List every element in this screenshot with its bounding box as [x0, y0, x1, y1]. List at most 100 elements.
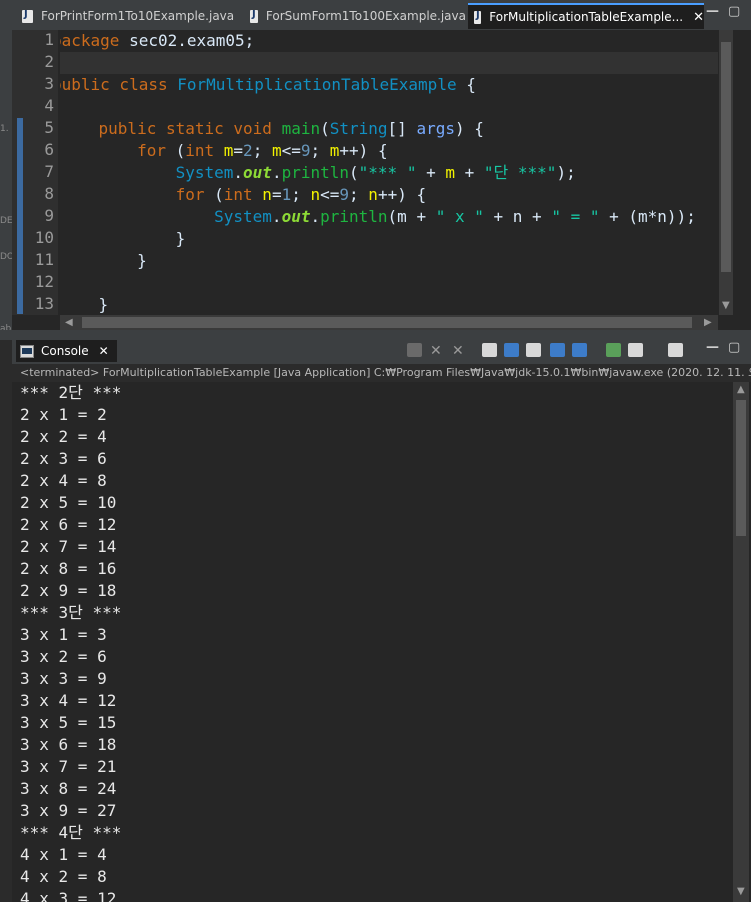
line-number: 12: [34, 272, 54, 291]
tab-forsumform[interactable]: ForSumForm1To100Example.java: [244, 4, 466, 28]
console-output-line: 4 x 3 = 12: [20, 889, 117, 902]
console-output-line: 2 x 6 = 12: [20, 515, 117, 534]
code-line: public class ForMultiplicationTableExamp…: [60, 75, 476, 94]
scroll-thumb[interactable]: [82, 317, 692, 328]
line-number: 7: [44, 162, 54, 181]
console-output-line: 3 x 4 = 12: [20, 691, 117, 710]
line-number: 5: [44, 118, 54, 137]
console-output-line: 4 x 2 = 8: [20, 867, 107, 886]
code-area[interactable]: package sec02.exam05; public class ForMu…: [60, 30, 718, 315]
editor-horizontal-scrollbar[interactable]: ◀ ▶: [60, 315, 718, 330]
line-number: 9: [44, 206, 54, 225]
minimize-icon[interactable]: —: [706, 340, 719, 355]
scroll-left-icon[interactable]: ◀: [65, 317, 73, 328]
tab-forprintform[interactable]: ForPrintForm1To10Example.java: [16, 4, 240, 28]
console-output-line: 2 x 3 = 6: [20, 449, 107, 468]
left-view-strip: 1. DE DO ab: [0, 0, 12, 340]
current-line-highlight: [60, 52, 718, 74]
console-output-line: 4 x 1 = 4: [20, 845, 107, 864]
show-on-error-icon[interactable]: [572, 343, 587, 357]
code-line: System.out.println(m + " x " + n + " = "…: [214, 207, 696, 226]
scroll-right-icon[interactable]: ▶: [704, 317, 712, 328]
remove-launch-icon[interactable]: ✕: [430, 343, 445, 359]
code-line: public static void main(String[] args) {: [98, 119, 484, 138]
console-output-line: 2 x 4 = 8: [20, 471, 107, 490]
display-console-icon[interactable]: [628, 343, 643, 357]
remove-all-icon[interactable]: ✕: [452, 343, 467, 359]
console-output-line: 3 x 8 = 24: [20, 779, 117, 798]
editor-vertical-scrollbar[interactable]: ▼: [719, 30, 733, 315]
java-file-icon: [474, 10, 482, 24]
console-output-line: 2 x 2 = 4: [20, 427, 107, 446]
scroll-thumb[interactable]: [721, 42, 731, 272]
line-number: 2: [44, 52, 54, 71]
console-output-line: 3 x 1 = 3: [20, 625, 107, 644]
console-output-line: 3 x 9 = 27: [20, 801, 117, 820]
minimize-icon[interactable]: —: [706, 4, 719, 19]
code-line: }: [60, 251, 147, 270]
console-output-line: 2 x 5 = 10: [20, 493, 117, 512]
close-icon[interactable]: ✕: [693, 10, 704, 25]
left-strip-glyph: DE: [0, 216, 12, 226]
editor-tab-bar: ForPrintForm1To10Example.java ForSumForm…: [12, 0, 751, 31]
console-icon: [20, 344, 34, 358]
terminate-icon[interactable]: [407, 343, 422, 357]
line-number: 13: [34, 294, 54, 313]
console-output-line: 2 x 8 = 16: [20, 559, 117, 578]
tab-label: ForPrintForm1To10Example.java: [41, 9, 235, 23]
console-output-line: 3 x 2 = 6: [20, 647, 107, 666]
maximize-icon[interactable]: ▢: [728, 4, 740, 19]
maximize-icon[interactable]: ▢: [728, 340, 740, 355]
code-line: package sec02.exam05;: [60, 31, 255, 50]
console-output[interactable]: *** 2단 *** 2 x 1 = 2 2 x 2 = 4 2 x 3 = 6 2 x…: [12, 382, 751, 902]
java-file-icon: [250, 9, 258, 23]
console-output-line: *** 3단 ***: [20, 603, 122, 622]
show-on-output-icon[interactable]: [550, 343, 565, 357]
line-number: 10: [34, 228, 54, 247]
clear-console-icon[interactable]: [482, 343, 497, 357]
code-line: System.out.println("*** " + m + "단 ***")…: [175, 163, 576, 182]
console-output-line: 3 x 7 = 21: [20, 757, 117, 776]
line-number: 8: [44, 184, 54, 203]
close-icon[interactable]: ✕: [99, 344, 109, 358]
console-output-line: 3 x 3 = 9: [20, 669, 107, 688]
console-output-line: 2 x 1 = 2: [20, 405, 107, 424]
console-output-line: *** 2단 ***: [20, 383, 122, 402]
pin-console-icon[interactable]: [606, 343, 621, 357]
tab-console[interactable]: Console ✕: [16, 340, 117, 362]
code-line: }: [60, 295, 109, 314]
console-tab-label: Console: [41, 344, 89, 358]
tab-label: ForSumForm1To100Example.java: [265, 9, 466, 23]
line-number: 3: [44, 74, 54, 93]
line-number: 6: [44, 140, 54, 159]
java-file-icon: [22, 9, 33, 23]
code-line: }: [60, 229, 186, 248]
console-output-line: 2 x 9 = 18: [20, 581, 117, 600]
code-line: for (int m=2; m<=9; m++) {: [137, 141, 388, 160]
console-status-line: <terminated> ForMultiplicationTableExamp…: [12, 364, 751, 382]
pane-separator[interactable]: [0, 330, 751, 338]
scroll-up-icon[interactable]: ▲: [737, 384, 745, 395]
tab-label: ForMultiplicationTableExample...: [489, 10, 684, 24]
left-strip-glyph: DO: [0, 252, 12, 262]
code-line: for (int n=1; n<=9; n++) {: [175, 185, 427, 204]
code-editor[interactable]: 1 2 3 4 5 6 7 8 9 10 11 12 13 package se…: [12, 30, 751, 330]
line-number: 1: [44, 30, 54, 49]
line-number: 4: [44, 96, 54, 115]
line-number-gutter: 1 2 3 4 5 6 7 8 9 10 11 12 13: [12, 30, 58, 315]
console-output-line: 2 x 7 = 14: [20, 537, 117, 556]
scroll-down-icon[interactable]: ▼: [737, 886, 745, 897]
tab-formultiplicationtable[interactable]: ForMultiplicationTableExample... ✕: [468, 3, 704, 29]
word-wrap-icon[interactable]: [526, 343, 541, 357]
scroll-thumb[interactable]: [736, 400, 746, 536]
console-vertical-scrollbar[interactable]: ▲ ▼: [733, 382, 749, 902]
scroll-down-icon[interactable]: ▼: [722, 300, 730, 311]
left-strip-glyph: 1.: [0, 124, 9, 134]
console-output-line: 3 x 6 = 18: [20, 735, 117, 754]
console-output-line: 3 x 5 = 15: [20, 713, 117, 732]
line-number: 11: [34, 250, 54, 269]
scroll-lock-icon[interactable]: [504, 343, 519, 357]
console-toolbar: Console ✕ ✕ ✕ — ▢: [12, 338, 751, 364]
open-console-icon[interactable]: [668, 343, 683, 357]
console-output-line: *** 4단 ***: [20, 823, 122, 842]
